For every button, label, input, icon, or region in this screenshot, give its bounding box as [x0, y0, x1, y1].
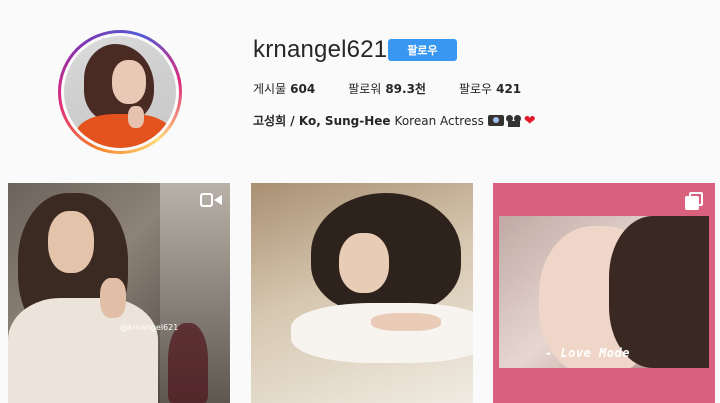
- stat-following-label: 팔로우: [458, 82, 493, 96]
- post-2-hand: [371, 313, 441, 331]
- avatar-face: [112, 60, 146, 104]
- profile-stats: 게시물 604 팔로워 89.3천 팔로우 421: [253, 80, 554, 97]
- post-2-face: [339, 233, 389, 293]
- stat-followers-label: 팔로워: [348, 82, 382, 96]
- post-1-caption: @krnangel621: [120, 323, 179, 332]
- post-1-hand: [100, 278, 126, 318]
- video-camera-icon: [200, 193, 222, 207]
- post-3[interactable]: - Love Mode: [493, 183, 715, 403]
- avatar[interactable]: [64, 36, 176, 148]
- heart-icon: ❤: [523, 112, 536, 129]
- stat-posts-value: 604: [290, 82, 316, 96]
- bio-text: Korean Actress: [394, 113, 484, 128]
- post-2-sleeve: [291, 303, 473, 363]
- bio-emojis: ❤: [487, 112, 536, 129]
- profile-username: krnangel621: [253, 36, 388, 63]
- post-1-face: [48, 211, 94, 273]
- stat-followers-value: 89.3천: [385, 82, 426, 96]
- profile-avatar-ring[interactable]: [58, 30, 182, 154]
- camera-icon: [487, 115, 504, 126]
- stat-following-value: 421: [496, 82, 522, 96]
- post-1[interactable]: @krnangel621: [8, 183, 230, 403]
- follow-button[interactable]: 팔로우: [388, 39, 457, 61]
- post-2[interactable]: [251, 183, 473, 403]
- profile-bio: 고성희 / Ko, Sung-Hee Korean Actress ❤: [253, 112, 536, 129]
- avatar-hand: [128, 106, 144, 128]
- avatar-coat: [76, 114, 172, 148]
- post-1-body: [8, 298, 158, 403]
- film-projector-icon: [505, 114, 522, 127]
- bio-name: 고성희 / Ko, Sung-Hee: [253, 114, 391, 128]
- stat-posts: 게시물 604: [253, 80, 315, 97]
- carousel-icon: [685, 192, 703, 210]
- stat-following[interactable]: 팔로우 421: [459, 80, 521, 97]
- post-1-wine-glass: [168, 323, 208, 403]
- stat-posts-label: 게시물: [253, 82, 287, 96]
- stat-followers[interactable]: 팔로워 89.3천: [348, 80, 426, 97]
- post-3-caption: - Love Mode: [545, 346, 630, 360]
